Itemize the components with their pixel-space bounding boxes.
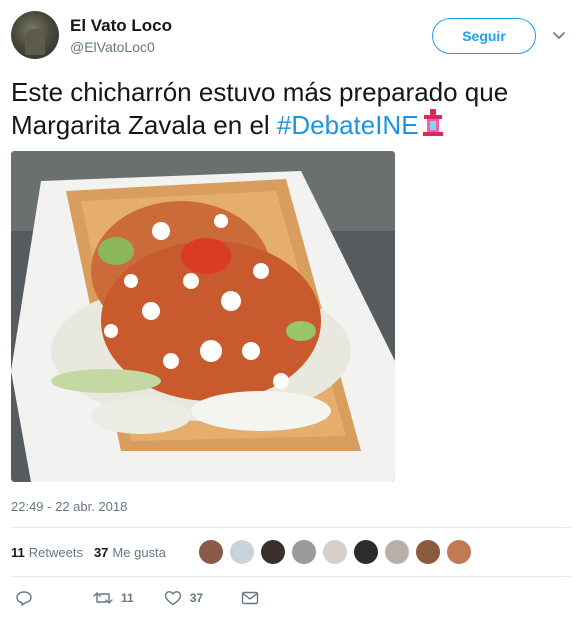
envelope-icon	[241, 591, 259, 605]
liker-avatar[interactable]	[229, 539, 255, 565]
liker-avatar[interactable]	[322, 539, 348, 565]
chevron-down-icon[interactable]	[552, 28, 566, 42]
liker-avatar[interactable]	[260, 539, 286, 565]
reply-icon	[16, 591, 32, 606]
like-action-count: 37	[189, 591, 204, 605]
hashtag-link[interactable]: #DebateINE	[277, 110, 419, 140]
engagement-stats: 11 Retweets 37 Me gusta	[11, 537, 177, 567]
user-name[interactable]: El Vato Loco	[70, 16, 172, 36]
liker-avatar[interactable]	[415, 539, 441, 565]
like-action[interactable]: 37	[164, 589, 203, 607]
liker-avatar[interactable]	[384, 539, 410, 565]
reply-action[interactable]	[15, 589, 33, 607]
divider	[11, 527, 571, 528]
chicharron-photo	[11, 151, 395, 482]
retweets-count[interactable]: 11	[11, 545, 25, 560]
retweet-icon	[93, 592, 113, 604]
heart-icon	[164, 591, 181, 606]
retweet-action-count: 11	[121, 591, 134, 605]
liker-avatar[interactable]	[353, 539, 379, 565]
tweet-photo[interactable]	[11, 151, 395, 482]
liker-avatar[interactable]	[446, 539, 472, 565]
divider	[11, 576, 571, 577]
liker-avatar[interactable]	[198, 539, 224, 565]
follow-button[interactable]: Seguir	[432, 18, 536, 54]
retweet-action[interactable]: 11	[93, 589, 134, 607]
user-handle[interactable]: @ElVatoLoc0	[70, 39, 155, 55]
tweet-actions: 11 37	[11, 588, 259, 608]
likes-count[interactable]: 37	[94, 545, 108, 560]
tweet-timestamp[interactable]: 22:49 - 22 abr. 2018	[11, 499, 127, 514]
liker-avatar[interactable]	[291, 539, 317, 565]
likes-label[interactable]: Me gusta	[112, 545, 165, 560]
tweet-text: Este chicharrón estuvo más preparado que…	[11, 76, 571, 141]
retweets-label[interactable]: Retweets	[29, 545, 83, 560]
tweet-header: El Vato Loco @ElVatoLoc0 Seguir	[0, 0, 583, 70]
likers-avatars	[198, 539, 477, 565]
podium-icon	[422, 109, 443, 136]
avatar[interactable]	[11, 11, 59, 59]
message-action[interactable]	[241, 590, 259, 606]
